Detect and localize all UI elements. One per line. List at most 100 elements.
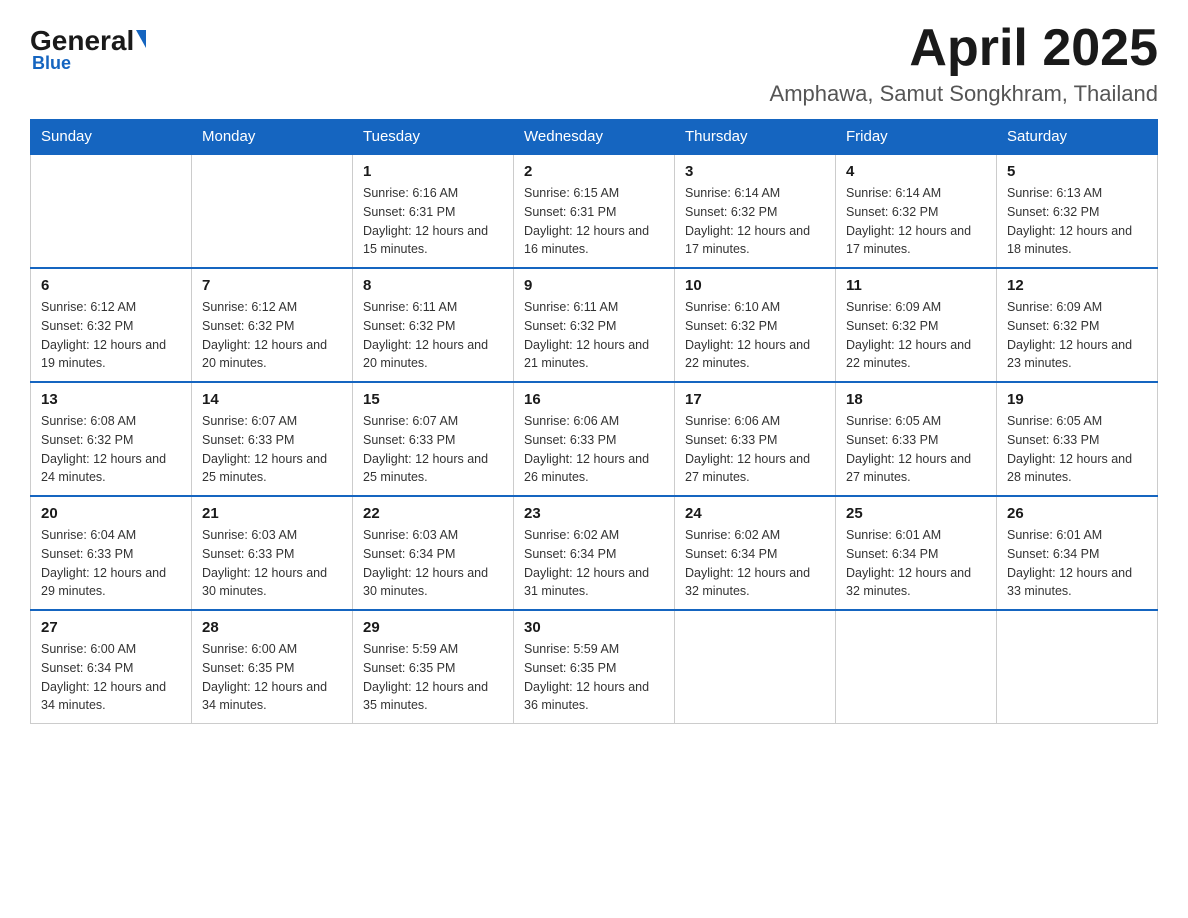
day-info: Sunrise: 6:13 AMSunset: 6:32 PMDaylight:…: [1007, 184, 1147, 259]
day-number: 26: [1007, 505, 1147, 522]
calendar-cell: 10 Sunrise: 6:10 AMSunset: 6:32 PMDayligh…: [675, 268, 836, 382]
day-number: 14: [202, 391, 342, 408]
day-info: Sunrise: 6:10 AMSunset: 6:32 PMDaylight:…: [685, 298, 825, 373]
day-info: Sunrise: 6:11 AMSunset: 6:32 PMDaylight:…: [524, 298, 664, 373]
day-number: 12: [1007, 277, 1147, 294]
calendar-cell: 8 Sunrise: 6:11 AMSunset: 6:32 PMDaylight…: [353, 268, 514, 382]
day-info: Sunrise: 6:11 AMSunset: 6:32 PMDaylight:…: [363, 298, 503, 373]
calendar-cell: 4Sunrise: 6:14 AMSunset: 6:32 PMDaylight…: [836, 154, 997, 268]
day-info: Sunrise: 6:12 AMSunset: 6:32 PMDaylight:…: [202, 298, 342, 373]
day-info: Sunrise: 6:07 AMSunset: 6:33 PMDaylight:…: [363, 412, 503, 487]
day-number: 11: [846, 277, 986, 294]
calendar-cell: 29 Sunrise: 5:59 AMSunset: 6:35 PMDayligh…: [353, 610, 514, 724]
calendar-cell: 15 Sunrise: 6:07 AMSunset: 6:33 PMDayligh…: [353, 382, 514, 496]
day-info: Sunrise: 6:14 AMSunset: 6:32 PMDaylight:…: [685, 184, 825, 259]
week-row-1: 1 Sunrise: 6:16 AMSunset: 6:31 PMDaylight…: [31, 154, 1158, 268]
calendar-cell: 26 Sunrise: 6:01 AMSunset: 6:34 PMDayligh…: [997, 496, 1158, 610]
day-info: Sunrise: 6:08 AMSunset: 6:32 PMDaylight:…: [41, 412, 181, 487]
day-number: 23: [524, 505, 664, 522]
calendar-cell: [836, 610, 997, 724]
day-info: Sunrise: 5:59 AMSunset: 6:35 PMDaylight:…: [524, 640, 664, 715]
weekday-header-row: SundayMondayTuesdayWednesdayThursdayFrid…: [31, 120, 1158, 155]
day-number: 17: [685, 391, 825, 408]
day-number: 10: [685, 277, 825, 294]
day-number: 7: [202, 277, 342, 294]
calendar-cell: 23 Sunrise: 6:02 AMSunset: 6:34 PMDayligh…: [514, 496, 675, 610]
day-number: 28: [202, 619, 342, 636]
day-number: 25: [846, 505, 986, 522]
day-info: Sunrise: 6:01 AMSunset: 6:34 PMDaylight:…: [1007, 526, 1147, 601]
day-number: 4: [846, 163, 986, 180]
day-info: Sunrise: 6:02 AMSunset: 6:34 PMDaylight:…: [524, 526, 664, 601]
calendar-cell: 5 Sunrise: 6:13 AMSunset: 6:32 PMDaylight…: [997, 154, 1158, 268]
day-info: Sunrise: 6:05 AMSunset: 6:33 PMDaylight:…: [846, 412, 986, 487]
day-info: Sunrise: 6:00 AMSunset: 6:34 PMDaylight:…: [41, 640, 181, 715]
logo-blue-text: Blue: [32, 53, 71, 74]
calendar-cell: 16 Sunrise: 6:06 AMSunset: 6:33 PMDayligh…: [514, 382, 675, 496]
day-number: 8: [363, 277, 503, 294]
day-number: 19: [1007, 391, 1147, 408]
weekday-header-wednesday: Wednesday: [514, 120, 675, 155]
calendar-cell: 3 Sunrise: 6:14 AMSunset: 6:32 PMDaylight…: [675, 154, 836, 268]
day-number: 15: [363, 391, 503, 408]
day-number: 29: [363, 619, 503, 636]
day-number: 9: [524, 277, 664, 294]
day-info: Sunrise: 6:06 AMSunset: 6:33 PMDaylight:…: [524, 412, 664, 487]
calendar-cell: 14 Sunrise: 6:07 AMSunset: 6:33 PMDayligh…: [192, 382, 353, 496]
day-number: 2: [524, 163, 664, 180]
day-number: 18: [846, 391, 986, 408]
day-info: Sunrise: 6:16 AMSunset: 6:31 PMDaylight:…: [363, 184, 503, 259]
week-row-5: 27Sunrise: 6:00 AMSunset: 6:34 PMDayligh…: [31, 610, 1158, 724]
day-number: 21: [202, 505, 342, 522]
calendar-cell: 11 Sunrise: 6:09 AMSunset: 6:32 PMDayligh…: [836, 268, 997, 382]
calendar-cell: 6Sunrise: 6:12 AMSunset: 6:32 PMDaylight…: [31, 268, 192, 382]
calendar-cell: 2 Sunrise: 6:15 AMSunset: 6:31 PMDaylight…: [514, 154, 675, 268]
calendar-cell: 17Sunrise: 6:06 AMSunset: 6:33 PMDayligh…: [675, 382, 836, 496]
calendar-cell: 27Sunrise: 6:00 AMSunset: 6:34 PMDayligh…: [31, 610, 192, 724]
calendar-cell: [997, 610, 1158, 724]
day-number: 5: [1007, 163, 1147, 180]
weekday-header-thursday: Thursday: [675, 120, 836, 155]
calendar-cell: [192, 154, 353, 268]
logo-triangle-icon: [136, 30, 146, 48]
day-number: 1: [363, 163, 503, 180]
day-number: 24: [685, 505, 825, 522]
day-number: 16: [524, 391, 664, 408]
calendar-cell: 1 Sunrise: 6:16 AMSunset: 6:31 PMDaylight…: [353, 154, 514, 268]
calendar-cell: 24 Sunrise: 6:02 AMSunset: 6:34 PMDayligh…: [675, 496, 836, 610]
day-info: Sunrise: 6:00 AMSunset: 6:35 PMDaylight:…: [202, 640, 342, 715]
calendar-cell: 19 Sunrise: 6:05 AMSunset: 6:33 PMDayligh…: [997, 382, 1158, 496]
day-info: Sunrise: 6:04 AMSunset: 6:33 PMDaylight:…: [41, 526, 181, 601]
calendar-cell: 22Sunrise: 6:03 AMSunset: 6:34 PMDayligh…: [353, 496, 514, 610]
week-row-3: 13 Sunrise: 6:08 AMSunset: 6:32 PMDayligh…: [31, 382, 1158, 496]
day-info: Sunrise: 6:09 AMSunset: 6:32 PMDaylight:…: [846, 298, 986, 373]
week-row-2: 6 Sunrise: 6:12 AMSunset: 6:32 PMDaylight…: [31, 268, 1158, 382]
day-info: Sunrise: 6:15 AMSunset: 6:31 PMDaylight:…: [524, 184, 664, 259]
day-number: 13: [41, 391, 181, 408]
weekday-header-friday: Friday: [836, 120, 997, 155]
title-area: April 2025 Amphawa, Samut Songkhram, Tha…: [770, 20, 1158, 107]
day-info: Sunrise: 6:02 AMSunset: 6:34 PMDaylight:…: [685, 526, 825, 601]
day-info: Sunrise: 5:59 AMSunset: 6:35 PMDaylight:…: [363, 640, 503, 715]
weekday-header-sunday: Sunday: [31, 120, 192, 155]
logo: General Blue: [30, 20, 146, 74]
day-number: 22: [363, 505, 503, 522]
month-title: April 2025: [770, 20, 1158, 77]
location-title: Amphawa, Samut Songkhram, Thailand: [770, 81, 1158, 107]
day-number: 3: [685, 163, 825, 180]
calendar-cell: [31, 154, 192, 268]
day-info: Sunrise: 6:05 AMSunset: 6:33 PMDaylight:…: [1007, 412, 1147, 487]
calendar-table: SundayMondayTuesdayWednesdayThursdayFrid…: [30, 119, 1158, 724]
day-info: Sunrise: 6:07 AMSunset: 6:33 PMDaylight:…: [202, 412, 342, 487]
weekday-header-monday: Monday: [192, 120, 353, 155]
day-number: 30: [524, 619, 664, 636]
week-row-4: 20 Sunrise: 6:04 AMSunset: 6:33 PMDayligh…: [31, 496, 1158, 610]
calendar-cell: 28 Sunrise: 6:00 AMSunset: 6:35 PMDayligh…: [192, 610, 353, 724]
calendar-cell: 9 Sunrise: 6:11 AMSunset: 6:32 PMDaylight…: [514, 268, 675, 382]
day-number: 6: [41, 277, 181, 294]
calendar-cell: [675, 610, 836, 724]
day-info: Sunrise: 6:03 AMSunset: 6:33 PMDaylight:…: [202, 526, 342, 601]
calendar-cell: 18 Sunrise: 6:05 AMSunset: 6:33 PMDayligh…: [836, 382, 997, 496]
calendar-cell: 30 Sunrise: 5:59 AMSunset: 6:35 PMDayligh…: [514, 610, 675, 724]
day-number: 20: [41, 505, 181, 522]
